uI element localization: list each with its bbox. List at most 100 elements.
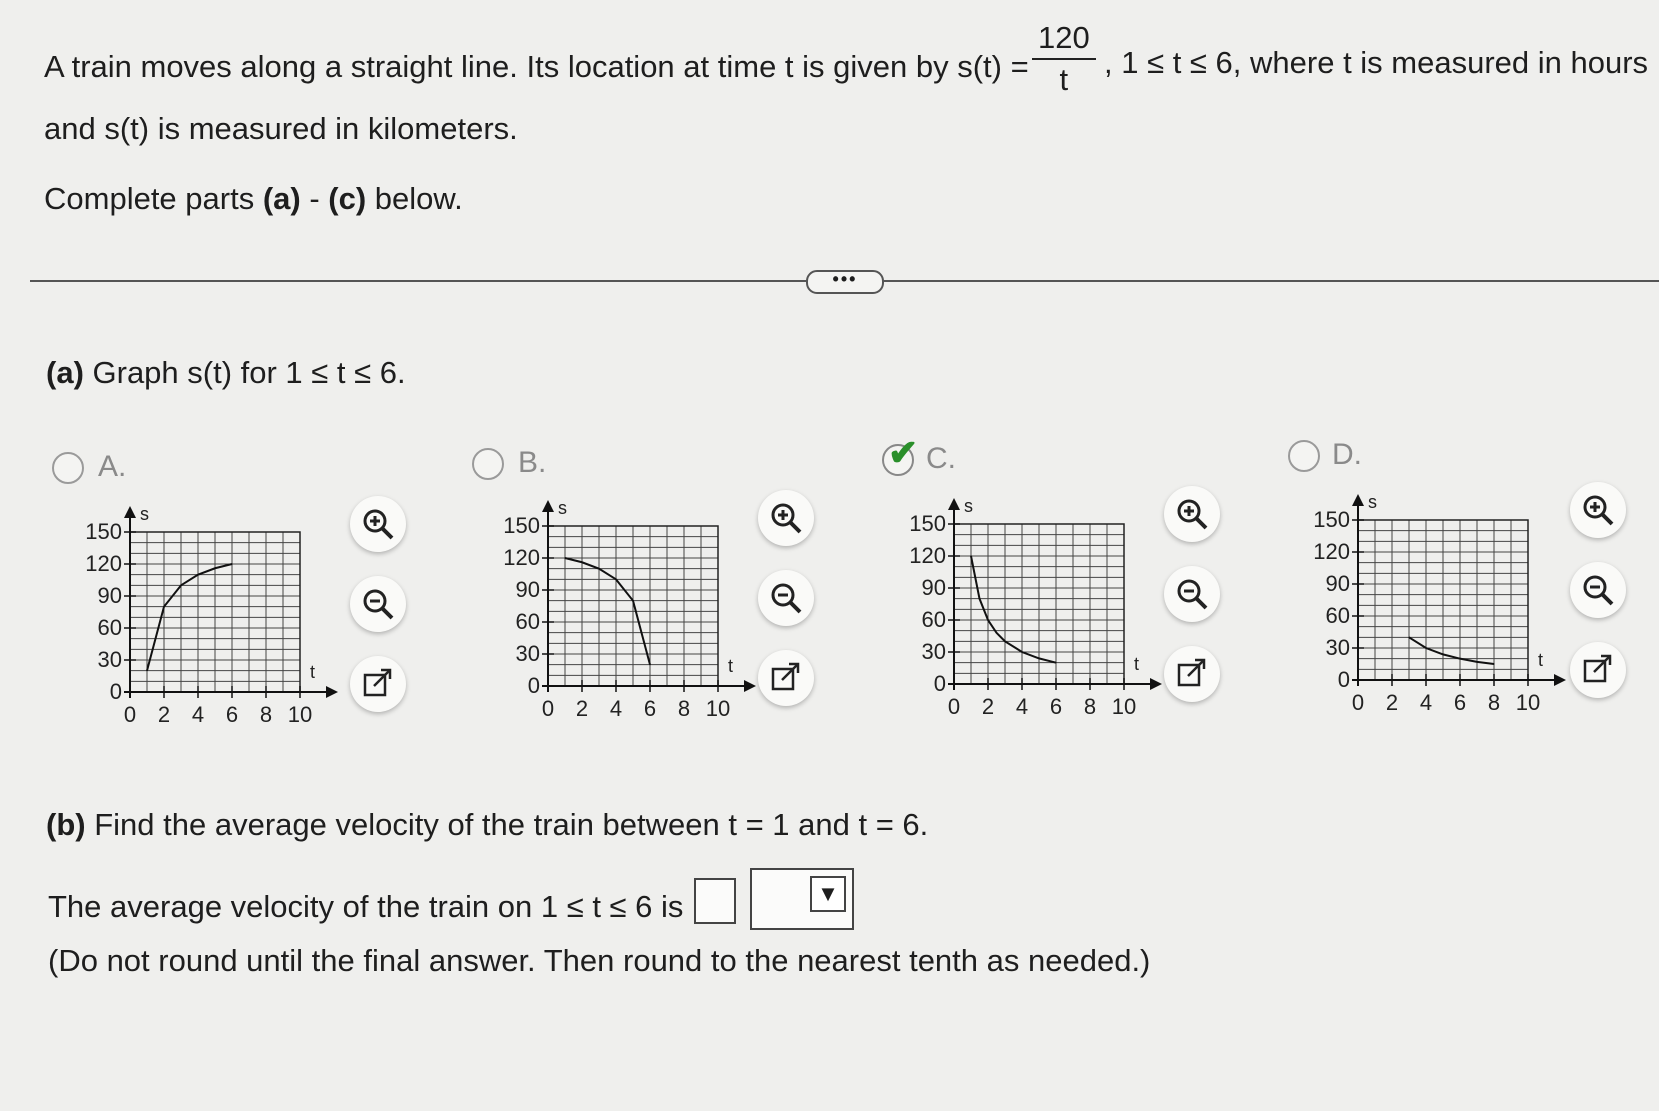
- instruction-part-c: (c): [328, 181, 367, 216]
- x-tick-label: 4: [1016, 694, 1028, 719]
- option-d-label: D.: [1332, 438, 1362, 471]
- y-axis-arrow: [542, 500, 554, 512]
- zoom-out-button-b[interactable]: [758, 570, 814, 626]
- part-b-label: (b): [46, 807, 86, 842]
- curve-point: [632, 600, 634, 602]
- zoom-out-icon: [363, 589, 394, 620]
- unit-dropdown[interactable]: ▼: [750, 868, 854, 930]
- curve-point: [564, 557, 566, 559]
- y-tick-label: 30: [98, 647, 122, 672]
- curve-point: [1055, 662, 1057, 664]
- zoom-in-button-d[interactable]: [1570, 482, 1626, 538]
- y-tick-label: 60: [922, 607, 946, 632]
- x-tick-label: 10: [288, 702, 312, 727]
- x-tick-label: 0: [542, 696, 554, 721]
- part-a-text: Graph s(t) for 1 ≤ t ≤ 6.: [83, 355, 406, 390]
- open-external-button-d[interactable]: [1570, 642, 1626, 698]
- chevron-down-icon: ▼: [810, 876, 846, 912]
- y-axis-label: s: [964, 496, 973, 516]
- y-tick-label: 30: [1326, 635, 1350, 660]
- y-axis-label: s: [558, 498, 567, 518]
- x-axis-arrow: [744, 680, 756, 692]
- part-b-prompt: (b) Find the average velocity of the tra…: [46, 806, 928, 843]
- curve-point: [163, 606, 165, 608]
- instruction-part-a: (a): [262, 181, 301, 216]
- answer-prefix: The average velocity of the train on 1 ≤…: [48, 889, 684, 924]
- option-a-radio[interactable]: [52, 452, 84, 484]
- open-external-button-a[interactable]: [350, 656, 406, 712]
- zoom-in-icon: [1177, 499, 1208, 530]
- y-tick-label: 120: [909, 543, 946, 568]
- y-tick-label: 120: [1313, 539, 1350, 564]
- y-tick-label: 60: [1326, 603, 1350, 628]
- x-tick-label: 2: [158, 702, 170, 727]
- instruction-suffix: below.: [366, 181, 463, 216]
- option-d-radio[interactable]: [1288, 440, 1320, 472]
- zoom-out-button-c[interactable]: [1164, 566, 1220, 622]
- x-tick-label: 6: [226, 702, 238, 727]
- curve-point: [1493, 663, 1495, 665]
- x-tick-label: 8: [260, 702, 272, 727]
- graph-option-c: st15012090603000 2 4 6 8 10: [909, 496, 1162, 719]
- part-b-text: Find the average velocity of the train b…: [85, 807, 929, 842]
- curve-point: [581, 561, 583, 563]
- instruction-dash: -: [300, 181, 329, 216]
- intro-line2: and s(t) is measured in kilometers.: [44, 111, 518, 146]
- y-axis-label: s: [140, 504, 149, 524]
- intro-after: , 1 ≤ t ≤ 6, where t is measured in hour…: [1104, 44, 1648, 81]
- y-tick-label: 0: [934, 671, 946, 696]
- curve-point: [1004, 640, 1006, 642]
- x-tick-label: 6: [1454, 690, 1466, 715]
- zoom-out-button-a[interactable]: [350, 576, 406, 632]
- more-button[interactable]: •••: [806, 270, 884, 294]
- zoom-in-button-a[interactable]: [350, 496, 406, 552]
- x-axis-arrow: [1554, 674, 1566, 686]
- curve-point: [1442, 653, 1444, 655]
- y-axis-arrow: [1352, 494, 1364, 506]
- curve-point: [231, 563, 233, 565]
- zoom-in-icon: [771, 503, 802, 534]
- velocity-answer-input[interactable]: [694, 878, 736, 924]
- option-b-label: B.: [518, 446, 547, 479]
- x-tick-label: 0: [124, 702, 136, 727]
- x-axis-label: t: [728, 656, 733, 676]
- y-tick-label: 60: [98, 615, 122, 640]
- y-tick-label: 60: [516, 609, 540, 634]
- y-tick-label: 90: [98, 583, 122, 608]
- instruction: Complete parts (a) - (c) below.: [44, 180, 463, 217]
- fraction: 120 t: [1032, 20, 1096, 98]
- checkmark-icon: ✔: [888, 432, 919, 473]
- zoom-in-button-b[interactable]: [758, 490, 814, 546]
- y-axis-arrow: [948, 498, 960, 510]
- open-external-button-c[interactable]: [1164, 646, 1220, 702]
- zoom-in-button-c[interactable]: [1164, 486, 1220, 542]
- curve-point: [1425, 647, 1427, 649]
- x-tick-label: 4: [192, 702, 204, 727]
- curve-point: [197, 574, 199, 576]
- y-tick-label: 150: [1313, 507, 1350, 532]
- curve-point: [970, 555, 972, 557]
- graph-option-d: st15012090603000 2 4 6 8 10: [1313, 492, 1566, 715]
- zoom-out-icon: [771, 583, 802, 614]
- option-c-label: C.: [926, 442, 956, 475]
- y-axis-arrow: [124, 506, 136, 518]
- open-external-button-b[interactable]: [758, 650, 814, 706]
- x-axis-arrow: [326, 686, 338, 698]
- x-tick-label: 4: [610, 696, 622, 721]
- curve-point: [987, 619, 989, 621]
- y-tick-label: 90: [516, 577, 540, 602]
- x-axis-label: t: [1134, 654, 1139, 674]
- fraction-numerator: 120: [1032, 20, 1096, 60]
- curve-point: [615, 578, 617, 580]
- zoom-in-icon: [1583, 495, 1614, 526]
- zoom-out-button-d[interactable]: [1570, 562, 1626, 618]
- option-b-radio[interactable]: [472, 448, 504, 480]
- y-axis-label: s: [1368, 492, 1377, 512]
- x-tick-label: 4: [1420, 690, 1432, 715]
- x-tick-label: 0: [1352, 690, 1364, 715]
- part-a-label: (a): [46, 355, 84, 390]
- x-tick-label: 2: [576, 696, 588, 721]
- y-tick-label: 150: [909, 511, 946, 536]
- zoom-out-icon: [1583, 575, 1614, 606]
- y-tick-label: 90: [922, 575, 946, 600]
